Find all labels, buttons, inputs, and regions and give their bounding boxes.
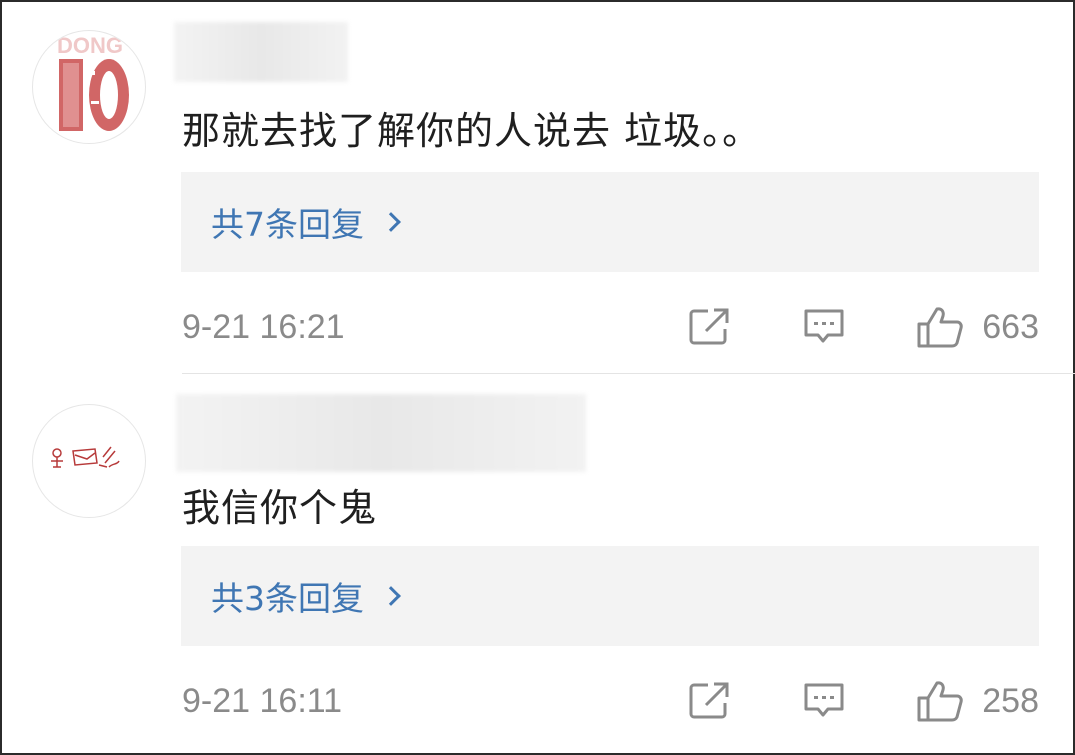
comment-bubble-icon bbox=[804, 683, 844, 717]
view-replies-button[interactable]: 共7条回复 bbox=[181, 172, 1039, 272]
like-count: 663 bbox=[982, 307, 1039, 346]
chevron-right-icon bbox=[381, 586, 401, 606]
thumbs-up-icon bbox=[917, 681, 964, 722]
comment-actions: 663 bbox=[688, 305, 1039, 349]
comment-bubble-icon bbox=[804, 309, 844, 343]
share-icon bbox=[689, 308, 729, 345]
chevron-right-icon bbox=[381, 212, 401, 232]
view-replies-button[interactable]: 共3条回复 bbox=[181, 546, 1039, 646]
avatar[interactable] bbox=[32, 404, 146, 518]
replies-label: 共3条回复 bbox=[211, 579, 364, 618]
doodle-icon bbox=[51, 446, 120, 468]
comment-time: 9-21 16:11 bbox=[182, 681, 343, 720]
svg-text:DONG: DONG bbox=[57, 33, 123, 58]
like-button[interactable]: 663 bbox=[916, 305, 1039, 349]
username-blurred[interactable] bbox=[176, 394, 586, 472]
replies-label: 共7条回复 bbox=[211, 205, 364, 244]
comment-meta: 9-21 16:11 258 bbox=[182, 676, 1039, 726]
username-blurred[interactable] bbox=[174, 22, 348, 82]
comment-meta: 9-21 16:21 663 bbox=[182, 302, 1039, 352]
share-button[interactable] bbox=[688, 681, 732, 721]
comment-text: 那就去找了解你的人说去 垃圾。。 bbox=[182, 109, 762, 153]
avatar[interactable]: DONG bbox=[32, 30, 146, 144]
share-button[interactable] bbox=[688, 307, 732, 347]
comment-time: 9-21 16:21 bbox=[182, 307, 345, 346]
reply-button[interactable] bbox=[802, 681, 846, 721]
comment-item: DONG 那就去找了解你的人说去 垃圾。。 共7条回复 9-21 16:21 6… bbox=[0, 0, 1075, 374]
number-10-collage-icon: DONG bbox=[57, 33, 129, 131]
reply-button[interactable] bbox=[802, 307, 846, 347]
comment-text: 我信你个鬼 bbox=[182, 486, 378, 530]
comment-actions: 258 bbox=[688, 679, 1039, 723]
like-button[interactable]: 258 bbox=[916, 679, 1039, 723]
like-count: 258 bbox=[982, 681, 1039, 720]
thumbs-up-icon bbox=[917, 307, 964, 348]
share-icon bbox=[689, 682, 729, 719]
comment-item: 我信你个鬼 共3条回复 9-21 16:11 258 bbox=[0, 374, 1075, 755]
